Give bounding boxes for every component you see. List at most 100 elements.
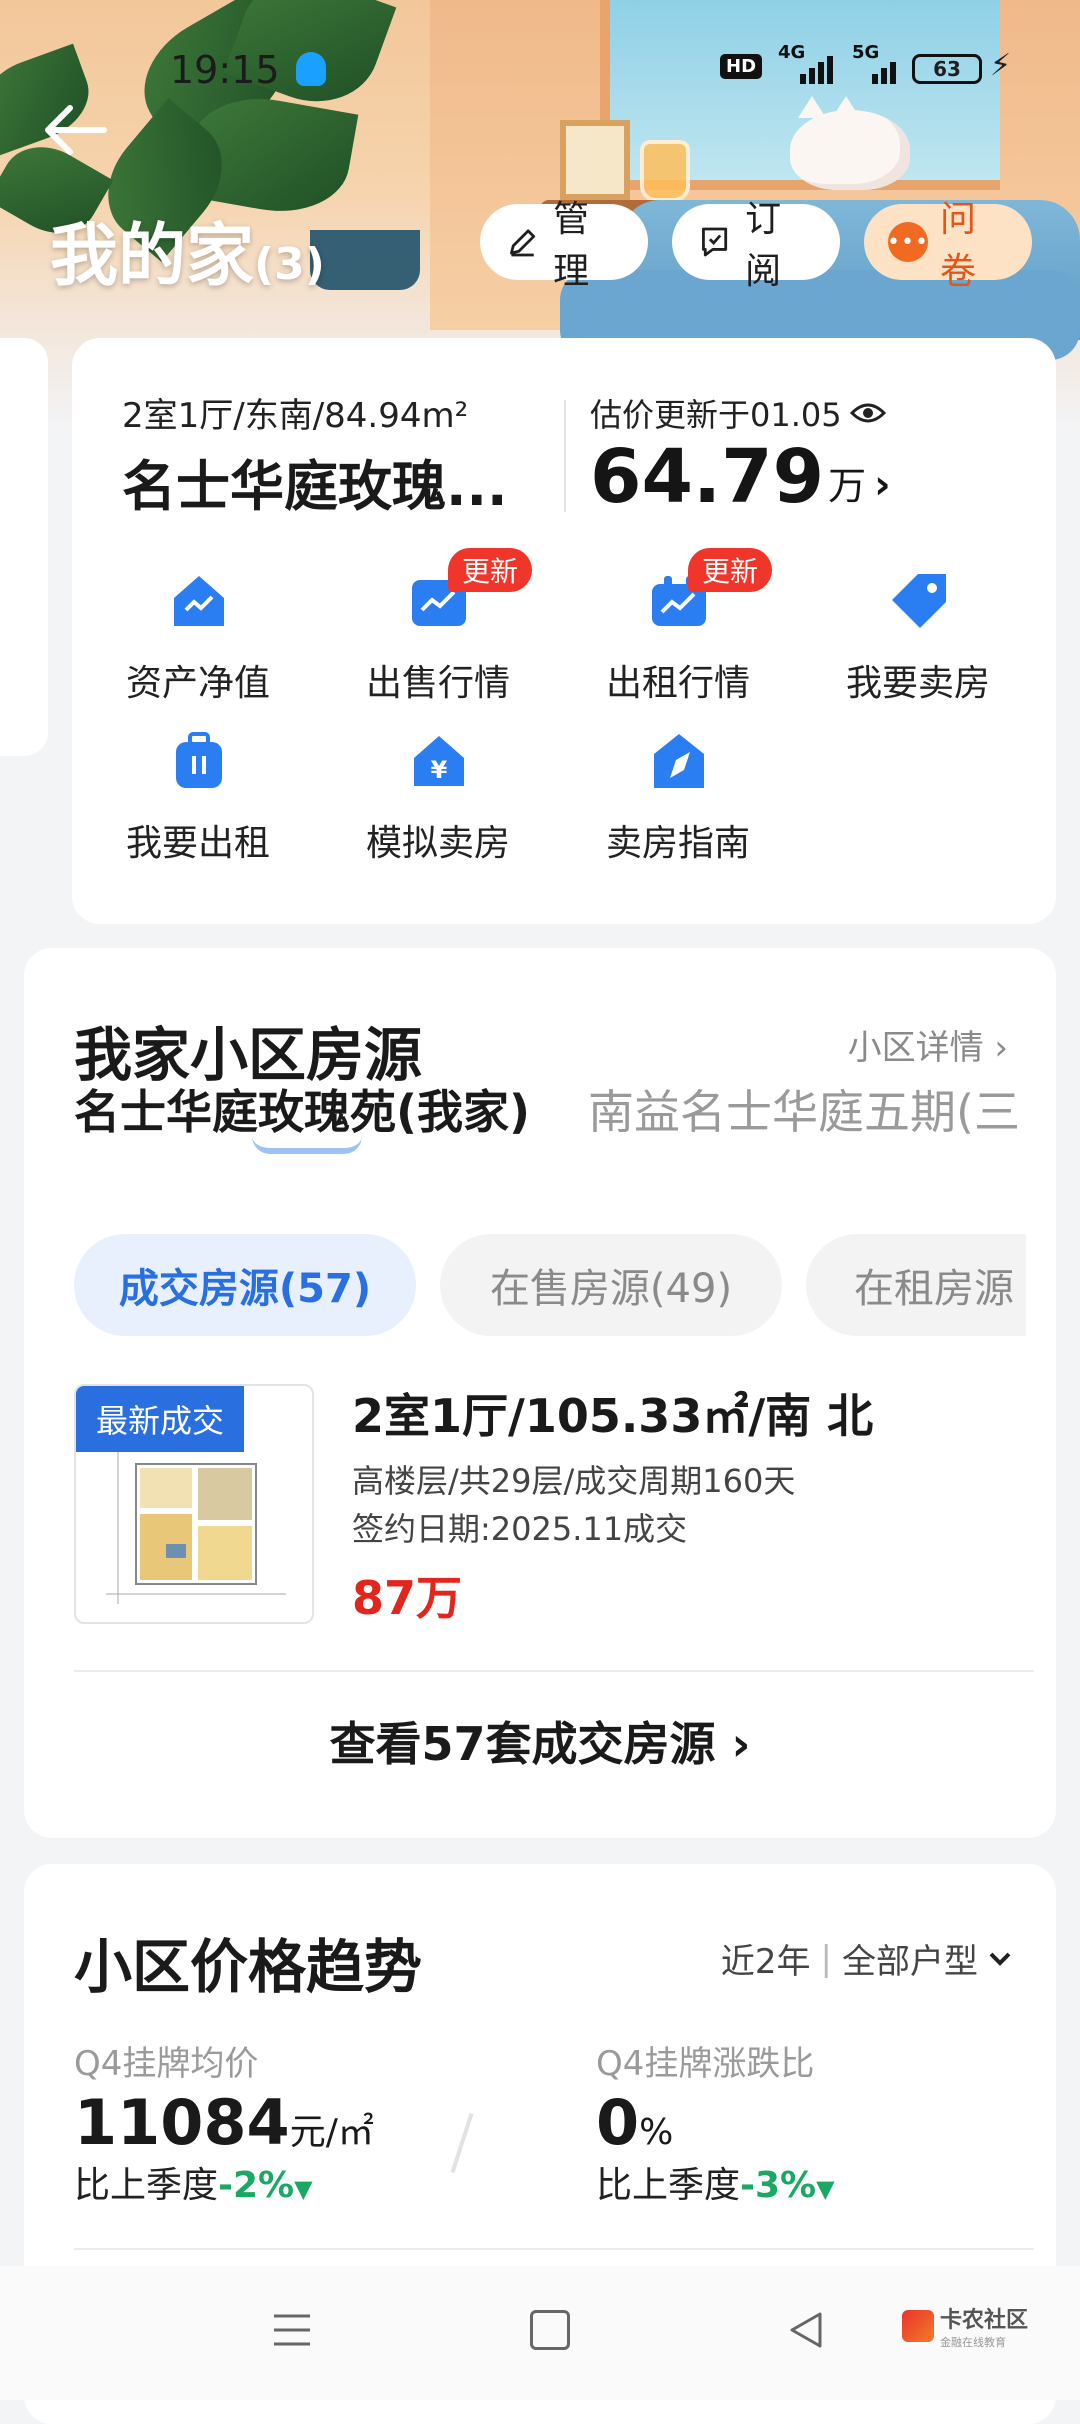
period-filter[interactable]: 近2年 [721, 1934, 811, 1983]
chevron-right-icon: › [874, 462, 891, 508]
questionnaire-button[interactable]: ••• 问卷 [864, 199, 1032, 292]
valuation-label[interactable]: 估价更新于01.05 [590, 390, 886, 436]
feature-simulate-sale[interactable]: ¥ 模拟卖房 [328, 730, 548, 880]
page-title: 我的家(3) [50, 200, 325, 299]
compass-house-icon [654, 734, 704, 788]
divider [74, 1670, 1034, 1672]
hd-icon: HD [720, 54, 763, 79]
price-ratio-change-label: 比上季度 [596, 2165, 741, 2206]
avg-price-value: 11084元/㎡ [74, 2086, 374, 2159]
hero-picture-frame [560, 120, 630, 200]
divider [74, 2248, 1034, 2250]
hero-cat [790, 96, 910, 190]
previous-home-card-peek[interactable] [0, 338, 48, 756]
hero-jug [640, 140, 690, 202]
price-ratio-change: 比上季度-3%▼ [596, 2156, 835, 2208]
svg-text:¥: ¥ [431, 756, 448, 784]
subscribe-button[interactable]: 订阅 [672, 199, 840, 292]
feature-label: 我要出租 [125, 823, 270, 864]
chip-for-sale-listings[interactable]: 在售房源(49) [440, 1234, 782, 1336]
eye-icon[interactable] [849, 401, 886, 425]
feature-selling-guide[interactable]: 卖房指南 [568, 730, 788, 880]
latest-deal-tag: 最新成交 [76, 1386, 244, 1452]
floorplan-thumbnail[interactable]: 最新成交 [74, 1384, 314, 1624]
avg-price-number: 11084 [74, 2086, 290, 2159]
status-bar: 19:15 HD 4G 5G 63 ⚡ [0, 40, 1080, 100]
neighborhood-detail-link[interactable]: 小区详情 › [848, 1020, 1008, 1069]
notification-icon [296, 52, 326, 86]
price-ratio-unit: % [639, 2112, 674, 2153]
avg-price-change-value: -2% [218, 2165, 295, 2206]
status-time: 19:15 [170, 48, 280, 92]
watermark-name: 卡农社区 [940, 2308, 1029, 2333]
feature-rent-out[interactable]: 我要出租 [88, 730, 308, 880]
avg-price-label: Q4挂牌均价 [74, 2044, 259, 2084]
feature-label: 我要卖房 [845, 663, 990, 704]
chip-for-rent-listings[interactable]: 在租房源 [806, 1234, 1026, 1336]
listing-price: 87万 [352, 1571, 463, 1625]
signal-icon-1 [800, 52, 833, 84]
active-tab-indicator [252, 1136, 362, 1154]
house-yuan-icon: ¥ [414, 736, 464, 786]
avg-price-unit: 元/㎡ [289, 2112, 374, 2153]
chevron-right-icon: › [731, 1717, 751, 1771]
price-ratio-number: 0 [596, 2086, 640, 2159]
price-tag-icon [892, 574, 946, 628]
listing-item[interactable]: 最新成交 2室1厅/105.33㎡/南 北 高楼层/共29层/成交周期160天 … [74, 1384, 1034, 1625]
floorplan-image [106, 1444, 286, 1604]
neighborhood-detail-label: 小区详情 [847, 1028, 984, 1068]
manage-button[interactable]: 管理 [480, 199, 648, 292]
avg-price-change: 比上季度-2%▼ [74, 2156, 313, 2208]
home-count: (3) [254, 239, 325, 290]
chevron-right-icon: › [994, 1028, 1008, 1068]
tab-other-estate[interactable]: 南益名士华庭五期(三 [588, 1076, 1018, 1142]
back-arrow-icon[interactable] [40, 100, 120, 170]
chat-dots-icon: ••• [887, 222, 928, 262]
feature-rent-market[interactable]: 更新 出租行情 [568, 548, 788, 720]
menu-icon[interactable] [270, 2310, 314, 2350]
signal-icon-2 [872, 52, 896, 84]
feature-label: 出租行情 [605, 663, 750, 704]
down-triangle-icon: ▼ [294, 2175, 313, 2203]
view-all-sold-link[interactable]: 查看57套成交房源 › [24, 1708, 1056, 1774]
update-badge: 更新 [688, 548, 773, 592]
questionnaire-label: 问卷 [940, 199, 977, 292]
trend-filter[interactable]: 近2年 | 全部户型 [721, 1934, 1012, 1983]
charging-icon: ⚡ [990, 48, 1012, 83]
feature-asset-net-value[interactable]: 资产净值 [88, 570, 308, 720]
chip-sold-listings[interactable]: 成交房源(57) [74, 1234, 416, 1336]
divider [450, 2112, 474, 2174]
type-filter[interactable]: 全部户型 [842, 1934, 978, 1983]
subscribe-label: 订阅 [745, 199, 782, 292]
valuation-price: 64.79 [590, 434, 825, 520]
valuation-label-text: 估价更新于01.05 [590, 396, 842, 434]
valuation-unit: 万 [828, 464, 867, 508]
filter-separator: | [820, 1938, 832, 1979]
feature-label: 出售行情 [365, 663, 510, 704]
page-title-text: 我的家 [50, 217, 255, 296]
home-square-icon[interactable] [530, 2310, 570, 2350]
suitcase-icon [176, 732, 222, 788]
price-ratio-label: Q4挂牌涨跌比 [596, 2044, 815, 2084]
home-valuation[interactable]: 64.79 万 › [590, 434, 891, 520]
back-triangle-icon[interactable] [786, 2310, 826, 2350]
chevron-down-icon [989, 1952, 1011, 1966]
manage-label: 管理 [553, 199, 590, 292]
bookmark-icon [702, 227, 728, 257]
home-estate-name: 名士华庭玫瑰... [122, 455, 508, 518]
house-chart-icon [174, 576, 224, 626]
feature-sale-market[interactable]: 更新 出售行情 [328, 548, 548, 720]
edit-icon [510, 229, 536, 257]
watermark: 卡农社区 金融在线教育 [902, 2302, 1028, 2350]
feature-label: 模拟卖房 [365, 823, 510, 864]
tab-my-estate[interactable]: 名士华庭玫瑰苑(我家) [74, 1076, 530, 1142]
feature-sell-home[interactable]: 我要卖房 [808, 570, 1028, 720]
system-nav-bar: 卡农社区 金融在线教育 [0, 2266, 1080, 2400]
listing-title: 2室1厅/105.33㎡/南 北 [352, 1389, 874, 1443]
home-summary-card[interactable]: 2室1厅/东南/84.94m² 名士华庭玫瑰... 估价更新于01.05 64.… [72, 338, 1056, 924]
view-all-sold-label: 查看57套成交房源 [329, 1717, 716, 1771]
feature-label: 卖房指南 [605, 823, 750, 864]
down-triangle-icon: ▼ [816, 2175, 835, 2203]
neighborhood-listings-card: 我家小区房源 小区详情 › 名士华庭玫瑰苑(我家) 南益名士华庭五期(三 成交房… [24, 948, 1056, 1838]
update-badge: 更新 [448, 548, 533, 592]
